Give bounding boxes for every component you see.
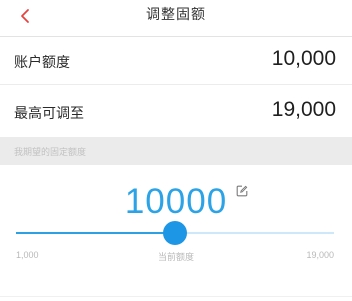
page-title: 调整固额 <box>146 7 206 23</box>
max-adjust-label: 最高可调至 <box>14 106 84 122</box>
account-limit-row: 账户额度 10,000 <box>0 37 352 84</box>
section-label: 我期望的固定额度 <box>14 148 87 158</box>
amount-panel: 10000 1,000 当前额度 19,000 <box>0 165 352 301</box>
desired-amount: 10000 <box>124 182 228 221</box>
account-limit-value: 10,000 <box>271 47 336 70</box>
section-header: 我期望的固定额度 <box>0 137 352 165</box>
account-limit-label: 账户额度 <box>14 55 70 71</box>
max-adjust-row: 最高可调至 19,000 <box>0 85 352 137</box>
slider-max-label: 19,000 <box>306 250 334 260</box>
amount-slider[interactable] <box>16 221 334 245</box>
edit-icon <box>236 185 248 197</box>
max-adjust-value: 19,000 <box>271 98 336 121</box>
slider-track-fill <box>16 232 175 234</box>
edit-amount-button[interactable] <box>236 182 248 197</box>
slider-current-label: 当前额度 <box>157 252 194 262</box>
divider <box>0 296 352 297</box>
navigation-bar: 调整固额 <box>0 0 352 36</box>
slider-thumb[interactable] <box>163 221 187 245</box>
